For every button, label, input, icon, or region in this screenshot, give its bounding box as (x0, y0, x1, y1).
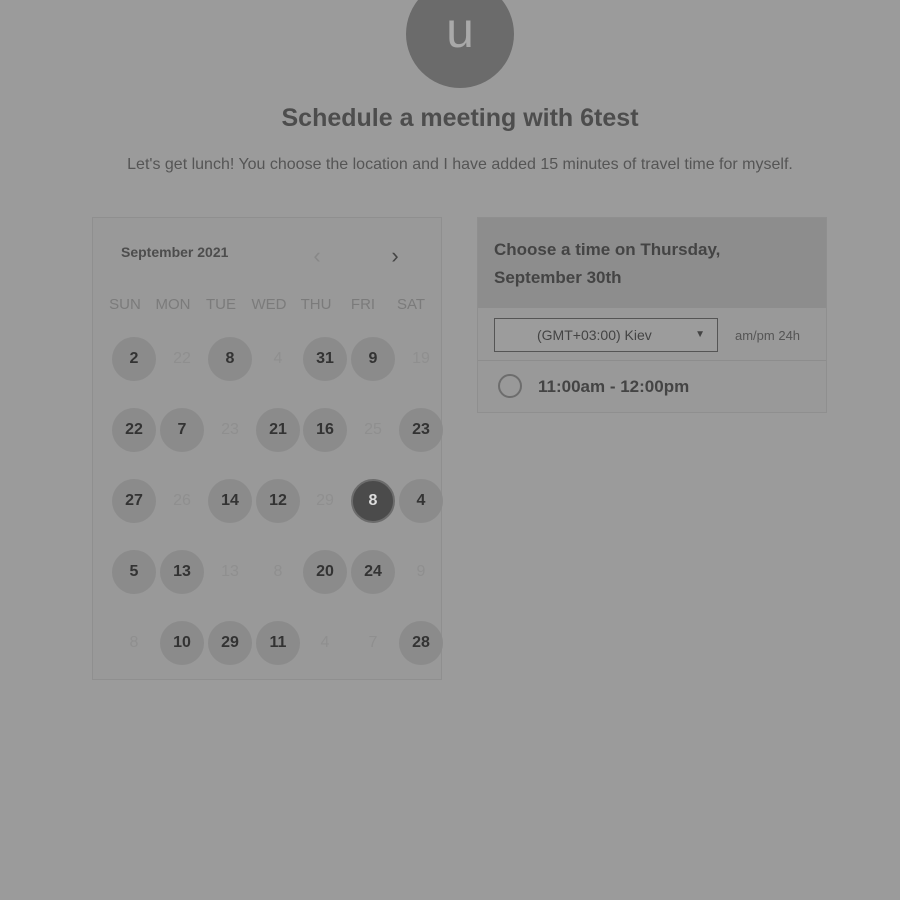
calendar-day[interactable]: 22 (112, 408, 156, 452)
weekday-wed: WED (251, 296, 287, 313)
weekday-mon: MON (155, 296, 191, 313)
calendar-day[interactable]: 10 (160, 621, 204, 665)
time-slot-label: 11:00am - 12:00pm (538, 377, 690, 396)
calendar-day[interactable]: 5 (112, 550, 156, 594)
calendar-day[interactable]: 20 (303, 550, 347, 594)
calendar-panel: September 2021 ‹ › SUN MON TUE WED THU F… (92, 217, 443, 680)
calendar-month-label: September 2021 (121, 244, 229, 260)
page-title: Schedule a meeting with 6test (281, 104, 639, 132)
chevron-left-icon[interactable]: ‹ (305, 245, 329, 269)
timezone-value: (GMT+03:00) Kiev (537, 327, 652, 343)
calendar-day: 9 (416, 563, 426, 580)
caret-down-icon: ▼ (695, 329, 705, 340)
calendar-day: 23 (221, 421, 239, 438)
weekday-thu: THU (300, 296, 332, 313)
chevron-right-icon[interactable]: › (383, 245, 407, 269)
host-avatar: u (406, 0, 514, 88)
calendar-day: 4 (320, 634, 330, 651)
calendar-day: 4 (273, 350, 283, 367)
meeting-description: Let's get lunch! You choose the location… (127, 156, 793, 173)
calendar-day[interactable]: 2 (112, 337, 156, 381)
calendar-day: 22 (173, 350, 191, 367)
calendar-day[interactable]: 23 (399, 408, 443, 452)
calendar-day[interactable]: 9 (351, 337, 395, 381)
calendar-day[interactable]: 24 (351, 550, 395, 594)
calendar-day[interactable]: 14 (208, 479, 252, 523)
calendar-day-selected[interactable]: 8 (351, 479, 395, 523)
calendar-day[interactable]: 28 (399, 621, 443, 665)
radio-icon[interactable] (498, 374, 522, 398)
time-selection-panel: Choose a time on Thursday, September 30t… (477, 217, 827, 413)
timezone-select[interactable]: (GMT+03:00) Kiev ▼ (494, 318, 718, 352)
calendar-day: 7 (368, 634, 378, 651)
calendar-day: 8 (129, 634, 139, 651)
calendar-day[interactable]: 12 (256, 479, 300, 523)
calendar-day[interactable]: 8 (208, 337, 252, 381)
calendar-day[interactable]: 11 (256, 621, 300, 665)
weekday-tue: TUE (206, 296, 236, 313)
calendar-day[interactable]: 27 (112, 479, 156, 523)
calendar-day: 8 (273, 563, 283, 580)
calendar-day: 13 (221, 563, 239, 580)
calendar-day[interactable]: 4 (399, 479, 443, 523)
weekday-sat: SAT (396, 296, 426, 313)
divider (478, 360, 826, 361)
calendar-day: 19 (412, 350, 430, 367)
calendar-day: 29 (316, 492, 334, 509)
weekday-header: SUN MON TUE WED THU FRI SAT (93, 296, 443, 316)
calendar-day[interactable]: 13 (160, 550, 204, 594)
calendar-day[interactable]: 29 (208, 621, 252, 665)
time-format-toggle[interactable]: am/pm 24h (735, 328, 800, 343)
calendar-day[interactable]: 16 (303, 408, 347, 452)
calendar-day: 26 (173, 492, 191, 509)
calendar-day[interactable]: 7 (160, 408, 204, 452)
calendar-day: 25 (364, 421, 382, 438)
weekday-sun: SUN (109, 296, 141, 313)
calendar-day[interactable]: 31 (303, 337, 347, 381)
scheduling-page: u Schedule a meeting with 6test Let's ge… (0, 0, 900, 900)
calendar-day[interactable]: 21 (256, 408, 300, 452)
weekday-fri: FRI (350, 296, 376, 313)
time-panel-heading: Choose a time on Thursday, September 30t… (478, 218, 826, 308)
